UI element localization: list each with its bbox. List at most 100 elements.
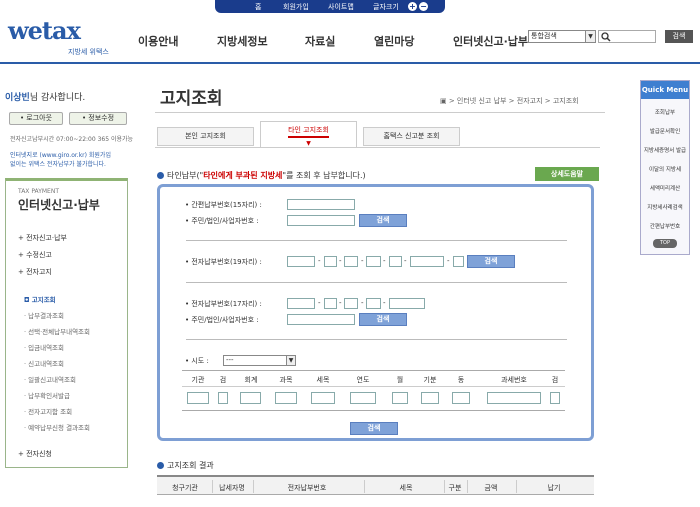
label-text: 주민/법인/사업자번호 :: [191, 217, 259, 225]
epay19-seg-7[interactable]: [453, 256, 464, 267]
signup-link[interactable]: 회원가입: [283, 2, 309, 12]
cell-tax-item-input[interactable]: [311, 392, 335, 404]
simple-number-input[interactable]: [287, 199, 355, 210]
epay19-seg-6[interactable]: [410, 256, 444, 267]
logout-button[interactable]: • 로그아웃: [9, 112, 63, 125]
submenu-e-inbox[interactable]: · 전자고지함 조회: [24, 406, 72, 416]
title-divider: [155, 112, 605, 113]
zoom-in-icon[interactable]: +: [408, 2, 417, 11]
submenu-reserved[interactable]: · 예약납부신청 결과조회: [24, 422, 90, 432]
quick-item[interactable]: 지방세증명서 발급: [641, 146, 689, 154]
label-id-number-1: • 주민/법인/사업자번호 :: [185, 217, 259, 225]
search-icon: [601, 32, 611, 42]
section-prefix: 타인납부(": [167, 171, 204, 180]
col-header: 검: [551, 376, 559, 384]
service-hours: 전자신고납부시간 07:00~22:00 365 이용가능: [10, 136, 134, 143]
cell-period-input[interactable]: [421, 392, 439, 404]
search-button-2[interactable]: 검색: [467, 255, 515, 268]
giro-line-2: 없이는 위택스 전자납부가 불가합니다.: [10, 161, 106, 168]
id-number-input-2[interactable]: [287, 314, 355, 325]
cell-check1-input[interactable]: [218, 392, 228, 404]
giro-line-1[interactable]: 인터넷지로 (www.giro.or.kr) 회원가입: [10, 151, 111, 160]
menu-item-amend[interactable]: + 수정신고: [18, 250, 52, 260]
header-search-button[interactable]: 검색: [665, 30, 693, 43]
cell-subject-input[interactable]: [275, 392, 297, 404]
epay19-seg-2[interactable]: [324, 256, 337, 267]
tab-self-notice[interactable]: 본인 고지조회: [157, 127, 254, 146]
cell-month-input[interactable]: [392, 392, 408, 404]
epay19-seg-1[interactable]: [287, 256, 315, 267]
top-button[interactable]: TOP: [653, 239, 677, 248]
result-col: 청구기관: [172, 484, 198, 492]
col-header: 연도: [356, 376, 370, 384]
menu-item-e-notice[interactable]: + 전자고지: [18, 267, 52, 277]
quick-item[interactable]: 조회납부: [641, 108, 689, 116]
epay17-seg-1[interactable]: [287, 298, 315, 309]
search-button-4[interactable]: 검색: [350, 422, 398, 435]
submenu-bulk-filing[interactable]: · 일괄신고내역조회: [24, 374, 76, 384]
edit-info-button[interactable]: • 정보수정: [69, 112, 127, 125]
cell-account-input[interactable]: [240, 392, 261, 404]
quick-item[interactable]: 이달의 지방세: [641, 165, 689, 173]
quick-item[interactable]: 지방세사례검색: [641, 203, 689, 211]
epay17-seg-3[interactable]: [344, 298, 358, 309]
wetax-logo[interactable]: wetax 지방세 위택스: [8, 16, 128, 56]
col-header: 기관: [191, 376, 205, 384]
epay19-seg-3[interactable]: [344, 256, 358, 267]
tab-hometax[interactable]: 홈택스 신고분 조회: [363, 127, 460, 146]
detailed-help-button[interactable]: 상세도움말: [535, 167, 599, 181]
tab-other-notice[interactable]: 타인 고지조회 ▼: [260, 121, 357, 148]
gnb-forum[interactable]: 열린마당: [374, 33, 414, 49]
submenu-deposit[interactable]: · 입금내역조회: [24, 342, 64, 352]
bullet-icon: [157, 462, 164, 469]
result-col: 납기: [547, 484, 561, 492]
header-divider: [0, 62, 700, 64]
result-col: 전자납부번호: [287, 484, 327, 492]
quick-item[interactable]: 발급문서확인: [641, 127, 689, 135]
result-col: 금액: [484, 484, 498, 492]
cell-tax-number-input[interactable]: [487, 392, 541, 404]
label-text: 시도 :: [191, 357, 209, 365]
section-highlight: 타인에게 부과된 지방세: [203, 171, 283, 180]
quick-item[interactable]: 세액미리계산: [641, 184, 689, 192]
menu-item-e-apply[interactable]: + 전자신청: [18, 449, 52, 459]
font-size-label: 글자크기: [373, 3, 399, 11]
id-number-input-1[interactable]: [287, 215, 355, 226]
menu-item-e-filing[interactable]: + 전자신고·납부: [18, 233, 67, 243]
page-title: 고지조회: [160, 89, 223, 109]
gnb-online-filing[interactable]: 인터넷신고·납부: [453, 33, 528, 49]
search-button-1[interactable]: 검색: [359, 214, 407, 227]
quick-item[interactable]: 간편납부번호: [641, 222, 689, 230]
gnb-tax-info[interactable]: 지방세정보: [217, 33, 268, 49]
submenu-payment-history[interactable]: · 선택·전체납부내역조회: [24, 326, 90, 336]
epay17-seg-5[interactable]: [389, 298, 425, 309]
submenu-notice-inquiry[interactable]: ◘ 고지조회: [24, 294, 56, 304]
dash: -: [447, 257, 450, 265]
epay17-seg-4[interactable]: [366, 298, 381, 309]
epay19-seg-5[interactable]: [389, 256, 402, 267]
sido-value: ---: [226, 356, 234, 364]
epay17-seg-2[interactable]: [324, 298, 337, 309]
gnb-guide[interactable]: 이용안내: [138, 33, 178, 49]
cell-dong-input[interactable]: [452, 392, 470, 404]
cell-check2-input[interactable]: [550, 392, 560, 404]
search-button-3[interactable]: 검색: [359, 313, 407, 326]
submenu-filing[interactable]: · 신고내역조회: [24, 358, 64, 368]
cell-year-input[interactable]: [350, 392, 376, 404]
col-header: 월: [396, 376, 404, 384]
home-link[interactable]: 홈: [255, 2, 261, 12]
cell-agency-input[interactable]: [187, 392, 209, 404]
gnb-library[interactable]: 자료실: [305, 33, 335, 49]
sido-select[interactable]: --- ▼: [223, 355, 296, 366]
result-col: 납세자명: [219, 484, 245, 492]
submenu-label: 전자고지함 조회: [28, 408, 73, 416]
dash: -: [361, 299, 364, 307]
epay19-seg-4[interactable]: [366, 256, 381, 267]
submenu-receipt[interactable]: · 납부확인서발급: [24, 390, 70, 400]
header-search-input[interactable]: [598, 30, 656, 43]
submenu-payment-result[interactable]: · 납부결과조회: [24, 310, 64, 320]
search-scope-select[interactable]: 통합검색 ▼: [528, 30, 596, 43]
edit-info-label: 정보수정: [88, 114, 115, 122]
zoom-out-icon[interactable]: −: [419, 2, 428, 11]
sitemap-link[interactable]: 사이트맵: [328, 2, 354, 12]
